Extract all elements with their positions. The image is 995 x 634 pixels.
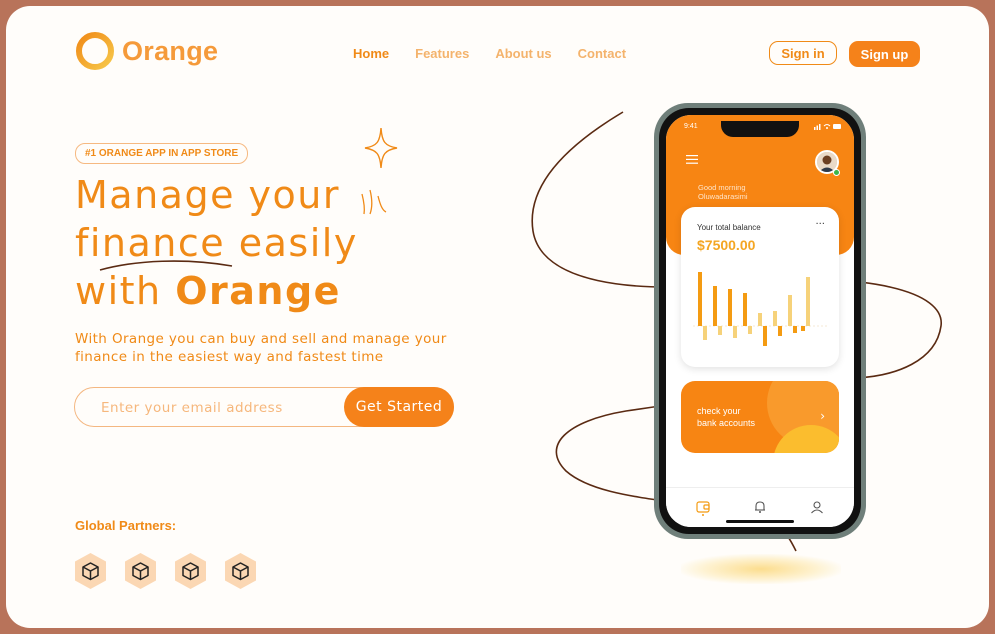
hero-headline: Manage your finance easily with Orange [75, 171, 358, 315]
balance-label: Your total balance [697, 223, 761, 232]
bank-accounts-card[interactable]: check your bank accounts › [681, 381, 839, 453]
greeting-line-1: Good morning [698, 183, 746, 192]
balance-bar-chart [693, 272, 827, 346]
phone-notch [721, 121, 799, 137]
home-indicator [726, 520, 794, 523]
get-started-button[interactable]: Get Started [344, 387, 454, 427]
signal-wifi-battery-icon [814, 124, 841, 130]
app-store-badge: #1 ORANGE APP IN APP STORE [75, 143, 249, 164]
online-status-icon [833, 169, 840, 176]
sign-up-button[interactable]: Sign up [849, 41, 920, 67]
status-icons [814, 122, 842, 132]
nav-home[interactable]: Home [353, 46, 389, 61]
email-signup-form: Get Started [74, 387, 454, 428]
sparkle-icon [364, 127, 398, 169]
phone-shadow [681, 554, 841, 584]
cube-icon [225, 553, 256, 589]
phone-bezel: 9:41 Good morning Oluwadarasimi Your tot… [659, 108, 861, 534]
user-icon[interactable] [810, 500, 824, 514]
status-time: 9:41 [684, 123, 698, 130]
partners-label: Global Partners: [75, 518, 177, 533]
headline-line-1: Manage your [75, 173, 340, 217]
cube-icon [75, 553, 106, 589]
main-nav: Home Features About us Contact [353, 46, 626, 61]
orange-ring-icon [76, 32, 114, 70]
phone-screen: 9:41 Good morning Oluwadarasimi Your tot… [666, 115, 854, 527]
partner-logo[interactable] [124, 552, 157, 590]
email-input[interactable] [99, 388, 343, 428]
check-line-2: bank accounts [697, 418, 756, 428]
partners-list [74, 552, 257, 590]
cube-icon [175, 553, 206, 589]
underline-swoosh [99, 260, 233, 271]
nav-features[interactable]: Features [415, 46, 469, 61]
partner-logo[interactable] [224, 552, 257, 590]
cube-icon [125, 553, 156, 589]
bell-icon[interactable] [753, 500, 767, 514]
hamburger-menu-icon[interactable] [686, 155, 698, 165]
partner-logo[interactable] [174, 552, 207, 590]
balance-amount: $7500.00 [697, 237, 756, 253]
check-line-1: check your [697, 406, 741, 416]
sign-in-button[interactable]: Sign in [769, 41, 837, 65]
accent-strokes-icon [361, 189, 387, 215]
greeting: Good morning Oluwadarasimi [698, 183, 748, 201]
brand-name: Orange [122, 35, 219, 66]
brand-logo[interactable]: Orange [74, 30, 218, 72]
nav-about-us[interactable]: About us [495, 46, 551, 61]
balance-card[interactable]: Your total balance ··· $7500.00 [681, 207, 839, 367]
greeting-user: Oluwadarasimi [698, 192, 748, 201]
chevron-right-icon[interactable]: › [820, 409, 825, 423]
partner-logo[interactable] [74, 552, 107, 590]
more-options-icon[interactable]: ··· [815, 219, 825, 230]
bank-accounts-text: check your bank accounts [697, 405, 755, 429]
phone-mockup: 9:41 Good morning Oluwadarasimi Your tot… [654, 103, 866, 539]
nav-contact[interactable]: Contact [578, 46, 626, 61]
wallet-icon[interactable] [696, 500, 710, 516]
hero-description: With Orange you can buy and sell and man… [75, 331, 447, 365]
page-frame: Orange Home Features About us Contact Si… [6, 6, 989, 628]
